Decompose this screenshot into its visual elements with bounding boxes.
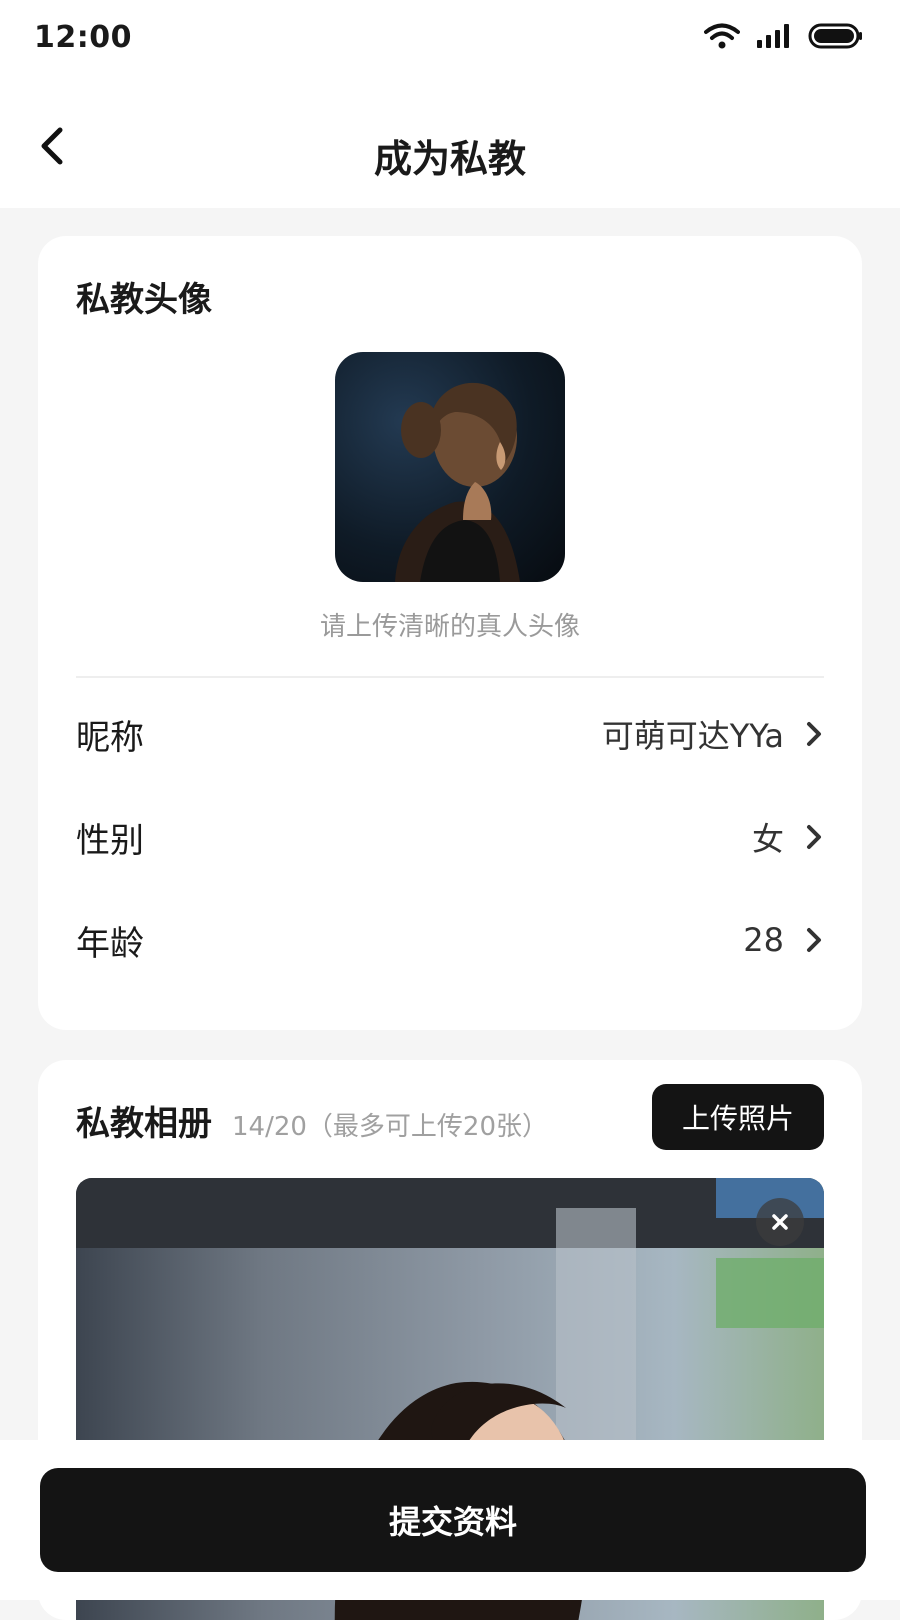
profile-card: 私教头像 请上传清晰的真人头像 昵称 可萌可达YYa 性别 女 年龄 28	[38, 236, 862, 1030]
wifi-icon	[704, 23, 740, 49]
upload-photo-button[interactable]: 上传照片	[652, 1084, 824, 1150]
divider	[76, 676, 824, 678]
album-section-title: 私教相册	[76, 1104, 212, 1144]
chevron-right-icon	[807, 722, 821, 746]
nickname-label: 昵称	[76, 717, 144, 758]
nav-bar: 成为私教	[0, 80, 900, 208]
avatar-section-title: 私教头像	[76, 280, 212, 320]
age-label: 年龄	[76, 923, 144, 964]
status-bar: 12:00	[0, 0, 900, 80]
close-icon	[772, 1214, 788, 1230]
bottom-bar: 提交资料	[0, 1440, 900, 1600]
battery-icon	[808, 23, 862, 49]
gender-label: 性别	[76, 820, 144, 861]
chevron-right-icon	[807, 928, 821, 952]
album-count: 14/20（最多可上传20张）	[232, 1112, 549, 1142]
gender-value: 女	[751, 820, 784, 858]
status-time: 12:00	[34, 20, 132, 55]
avatar-image[interactable]	[335, 352, 565, 582]
nickname-value: 可萌可达YYa	[601, 717, 784, 755]
age-value: 28	[743, 921, 784, 959]
chevron-right-icon	[807, 825, 821, 849]
gender-row[interactable]: 性别 女	[76, 797, 824, 877]
remove-photo-button[interactable]	[756, 1198, 804, 1246]
submit-button[interactable]: 提交资料	[40, 1468, 866, 1572]
avatar-hint: 请上传清晰的真人头像	[319, 612, 580, 642]
page-title: 成为私教	[373, 137, 526, 181]
album-header: 私教相册 14/20（最多可上传20张）	[76, 1096, 548, 1145]
avatar-photo	[395, 382, 520, 582]
age-row[interactable]: 年龄 28	[76, 900, 824, 980]
signal-icon	[757, 24, 789, 48]
nickname-row[interactable]: 昵称 可萌可达YYa	[76, 694, 824, 774]
status-icons	[704, 22, 864, 50]
